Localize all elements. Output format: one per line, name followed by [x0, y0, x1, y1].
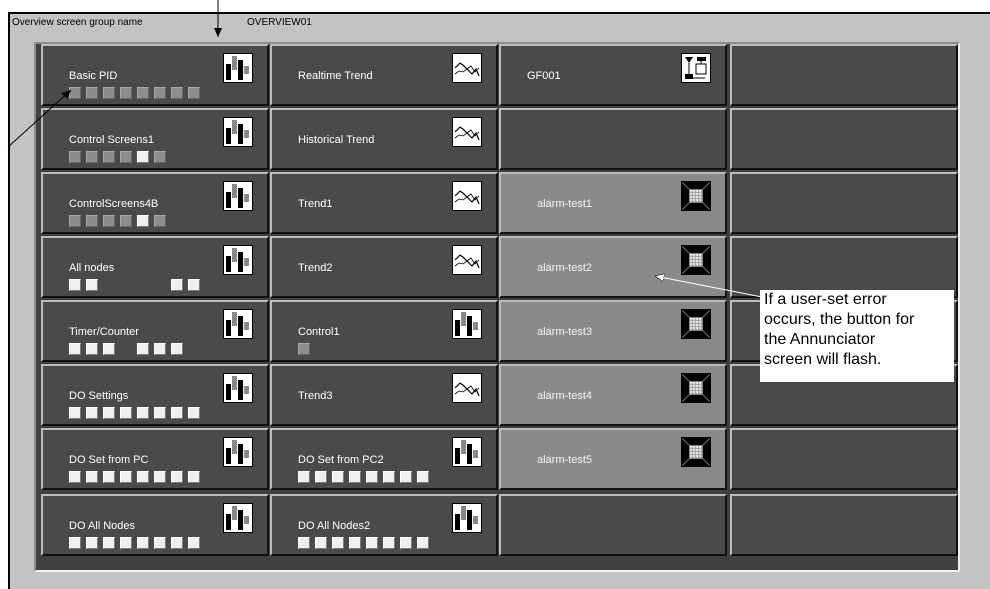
arrow-indicators — [7, 89, 72, 148]
annotation-arrows — [7, 0, 763, 298]
arrow-alarm-button — [655, 276, 763, 298]
